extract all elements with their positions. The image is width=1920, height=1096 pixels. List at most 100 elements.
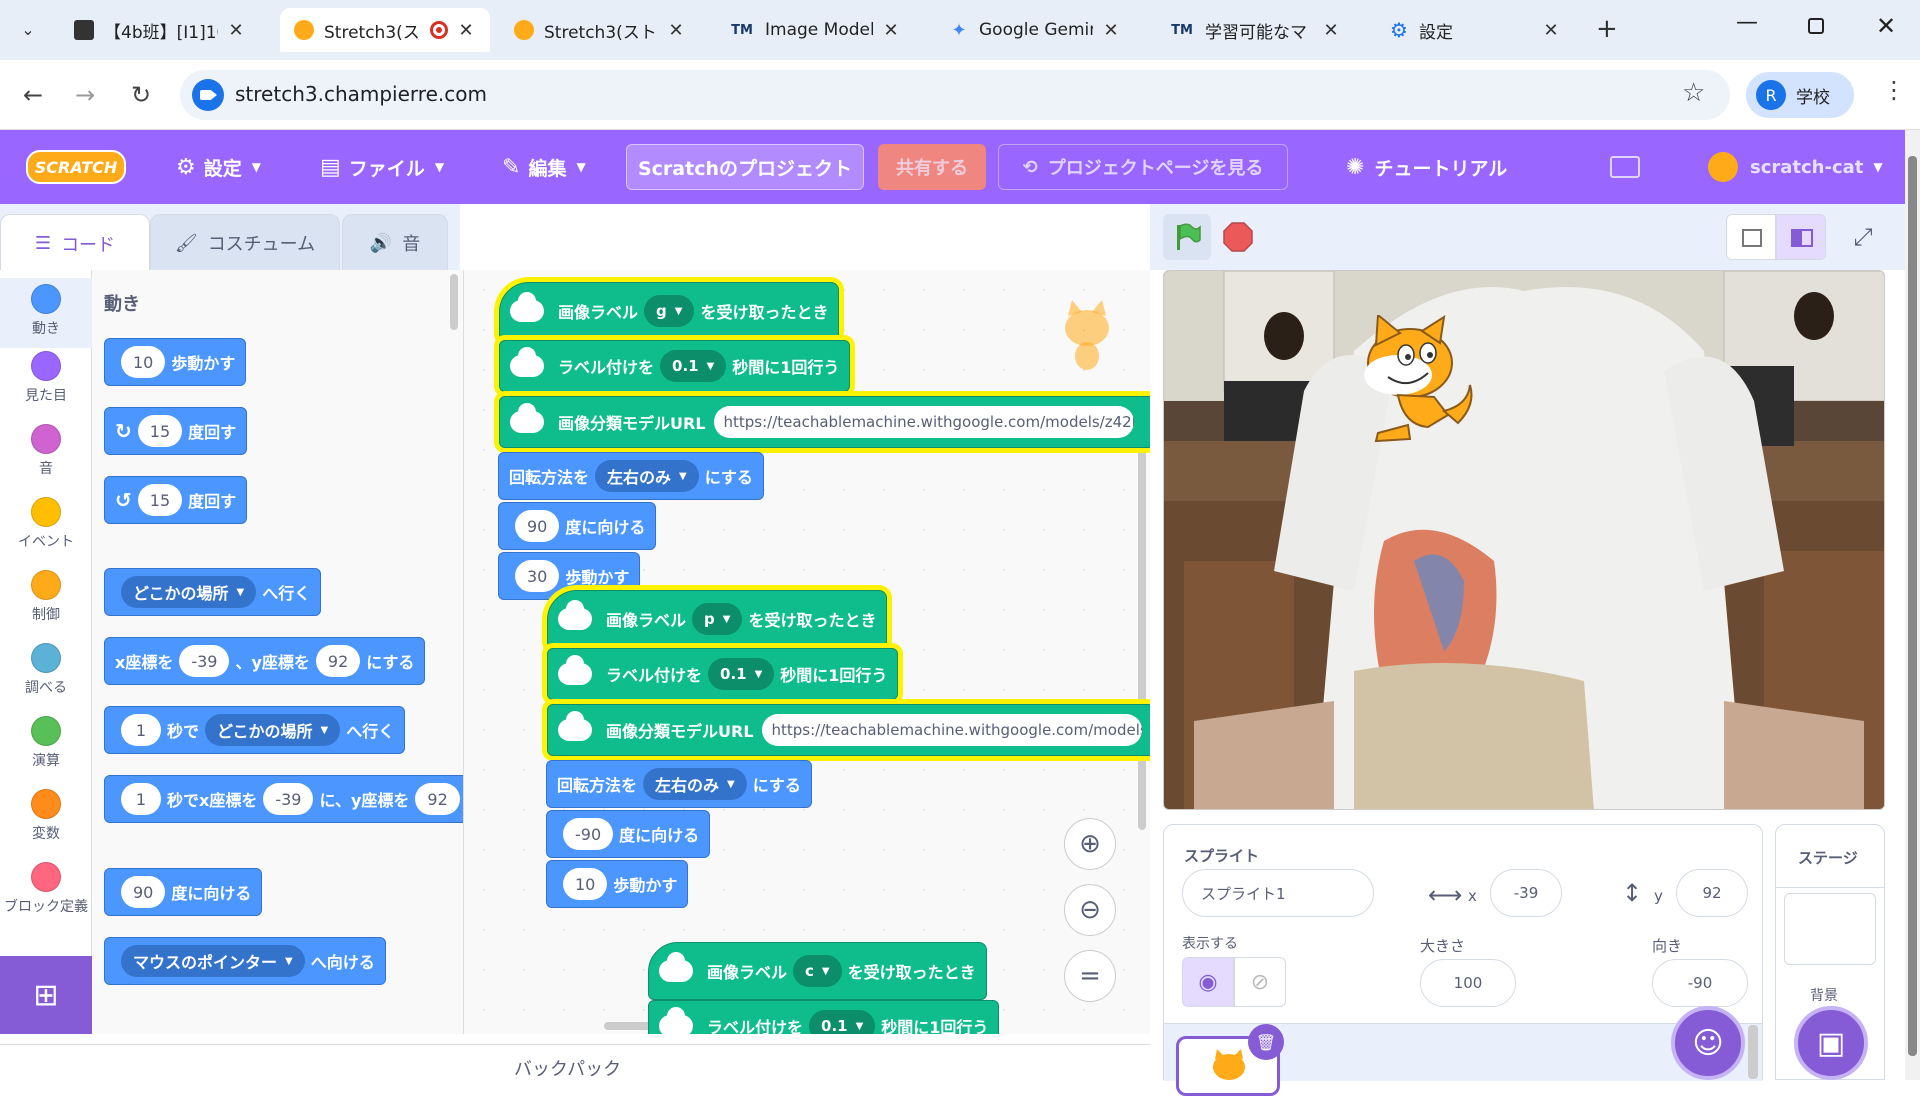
steps-value[interactable]: 10 xyxy=(121,346,166,378)
s2-rate-block[interactable]: ラベル付けを 0.1 ▼ 秒間に1回行う xyxy=(547,648,899,700)
browser-tab-7[interactable]: ⚙ 設定 ✕ xyxy=(1375,8,1575,52)
tab-costume[interactable]: 🖌 コスチューム xyxy=(150,214,340,272)
tab-sound[interactable]: 🔊 音 xyxy=(342,214,448,272)
stage-thumbnail[interactable] xyxy=(1784,893,1876,965)
glide-block[interactable]: 1 秒で どこかの場所 ▼ へ行く xyxy=(104,706,406,754)
turn-left-block[interactable]: ↺ 15 度回す xyxy=(104,476,248,524)
file-menu[interactable]: ▤ ファイル ▼ xyxy=(320,150,444,184)
script-workspace[interactable]: 画像ラベル g ▼ を受け取ったとき ラベル付けを 0.1 ▼ 秒間に1回行う 画像分類モデ… xyxy=(464,270,1150,1034)
y-value[interactable]: 92 xyxy=(415,783,460,815)
x-value[interactable]: -39 xyxy=(179,645,230,677)
restore-window-icon[interactable] xyxy=(1808,18,1824,34)
see-project-page-button[interactable]: ⟲ プロジェクトページを見る xyxy=(998,144,1288,190)
glide-xy-block[interactable]: 1 秒でx座標を -39 に、y座標を 92 xyxy=(104,775,463,823)
goto-xy-block[interactable]: x座標を -39 、y座標を 92 にする xyxy=(104,637,426,685)
close-tab-icon[interactable]: ✕ xyxy=(226,20,246,41)
s2-move-block[interactable]: 10 歩動かす xyxy=(546,860,689,908)
scratch-logo[interactable]: SCRATCH xyxy=(26,150,126,184)
scratch-cat-sprite[interactable] xyxy=(1348,315,1478,445)
s2-rotation-style-block[interactable]: 回転方法を 左右のみ ▼ にする xyxy=(546,760,812,808)
s2-model-url-block[interactable]: 画像分類モデルURL https://teachablemachine.withg… xyxy=(547,704,1150,756)
category-3[interactable]: 音 xyxy=(0,424,92,478)
direction-value[interactable]: -90 xyxy=(563,818,614,850)
point-direction-block[interactable]: 90 度に向ける xyxy=(104,868,263,916)
project-title-field[interactable]: Scratchのプロジェクト xyxy=(626,144,864,190)
omnibox[interactable]: stretch3.champierre.com ☆ xyxy=(180,70,1730,120)
direction-value[interactable]: 90 xyxy=(121,876,166,908)
camera-site-icon[interactable] xyxy=(192,79,224,111)
y-field[interactable]: 92 xyxy=(1676,869,1748,917)
add-sprite-button[interactable]: ☺ xyxy=(1671,1006,1745,1080)
back-arrow-icon[interactable]: ← xyxy=(16,78,50,112)
s1-rotation-style-block[interactable]: 回転方法を 左右のみ ▼ にする xyxy=(498,452,764,500)
goto-block[interactable]: どこかの場所 ▼ へ行く xyxy=(104,568,322,616)
point-towards-block[interactable]: マウスのポインター ▼ へ向ける xyxy=(104,937,386,985)
add-extension-button[interactable]: ⊞ xyxy=(0,956,92,1034)
close-tab-icon[interactable]: ✕ xyxy=(881,20,901,41)
size-field[interactable]: 100 xyxy=(1420,959,1516,1007)
url-text[interactable]: stretch3.champierre.com xyxy=(235,82,487,106)
forward-arrow-icon[interactable]: → xyxy=(68,78,102,112)
close-tab-icon[interactable]: ✕ xyxy=(1321,20,1341,41)
close-tab-icon[interactable]: ✕ xyxy=(1541,20,1561,41)
x-field[interactable]: -39 xyxy=(1490,869,1562,917)
workspace-vertical-scrollbar[interactable] xyxy=(1138,430,1146,830)
category-2[interactable]: 見た目 xyxy=(0,351,92,405)
label-dropdown[interactable]: c ▼ xyxy=(793,955,842,987)
category-9[interactable]: ブロック定義 xyxy=(0,862,92,916)
s2-point-direction-block[interactable]: -90 度に向ける xyxy=(546,810,711,858)
normal-stage-button[interactable] xyxy=(1776,214,1826,260)
folder-icon[interactable] xyxy=(1610,156,1640,178)
s1-hat-block[interactable]: 画像ラベル g ▼ を受け取ったとき xyxy=(499,282,840,340)
account-menu[interactable]: scratch-cat ▼ xyxy=(1708,150,1883,184)
steps-value[interactable]: 30 xyxy=(515,560,560,592)
new-tab-button[interactable]: + xyxy=(1596,14,1618,44)
browser-tab-4[interactable]: TM Image Model ✕ xyxy=(715,8,915,52)
category-5[interactable]: 制御 xyxy=(0,570,92,624)
sprite-list-scrollbar[interactable] xyxy=(1748,1025,1758,1079)
browser-tab-3[interactable]: Stretch3(ストレ ✕ xyxy=(500,8,700,52)
close-tab-icon[interactable]: ✕ xyxy=(456,20,476,41)
y-value[interactable]: 92 xyxy=(315,645,361,677)
browser-menu-icon[interactable]: ⋮ xyxy=(1882,76,1906,104)
sprite-name-field[interactable]: スプライト1 xyxy=(1182,869,1374,917)
palette-scrollbar[interactable] xyxy=(450,274,458,330)
stage-canvas[interactable] xyxy=(1163,270,1885,810)
label-dropdown[interactable]: g ▼ xyxy=(644,295,695,327)
close-tab-icon[interactable]: ✕ xyxy=(666,20,686,41)
small-stage-button[interactable] xyxy=(1726,214,1776,260)
zoom-out-button[interactable]: ⊖ xyxy=(1064,884,1116,936)
category-4[interactable]: イベント xyxy=(0,497,92,551)
s1-model-url-block[interactable]: 画像分類モデルURL https://teachablemachine.withg… xyxy=(499,396,1150,448)
minimize-window-icon[interactable]: — xyxy=(1736,10,1758,35)
settings-menu[interactable]: ⚙ 設定 ▼ xyxy=(176,150,261,184)
rate-dropdown[interactable]: 0.1 ▼ xyxy=(708,658,775,690)
s3-hat-block[interactable]: 画像ラベル c ▼ を受け取ったとき xyxy=(648,942,987,1000)
browser-tab-2-active[interactable]: Stretch3(ス ✕ xyxy=(280,8,490,52)
reload-icon[interactable]: ↻ xyxy=(124,78,158,112)
fullscreen-button[interactable]: ⤢ xyxy=(1840,214,1886,260)
seconds-value[interactable]: 1 xyxy=(121,783,161,815)
green-flag-button[interactable] xyxy=(1163,214,1211,260)
turn-right-block[interactable]: ↻ 15 度回す xyxy=(104,407,248,455)
rate-dropdown[interactable]: 0.1 ▼ xyxy=(809,1010,876,1034)
close-tab-icon[interactable]: ✕ xyxy=(1101,20,1121,41)
tutorial-button[interactable]: ✺ チュートリアル xyxy=(1346,150,1507,184)
add-backdrop-button[interactable]: ▣ xyxy=(1794,1006,1868,1080)
tab-code[interactable]: ☰ コード xyxy=(0,214,150,272)
browser-tab-6[interactable]: TM 学習可能なマ ✕ xyxy=(1155,8,1355,52)
move-steps-block[interactable]: 10 歩動かす xyxy=(104,338,247,386)
close-window-icon[interactable]: ✕ xyxy=(1876,12,1896,40)
category-7[interactable]: 演算 xyxy=(0,716,92,770)
s3-rate-block[interactable]: ラベル付けを 0.1 ▼ 秒間に1回行う xyxy=(648,1000,1000,1034)
rate-dropdown[interactable]: 0.1 ▼ xyxy=(660,350,727,382)
rotation-dropdown[interactable]: 左右のみ ▼ xyxy=(595,460,699,492)
profile-chip[interactable]: R 学校 xyxy=(1746,72,1854,118)
tab-list-button[interactable]: ⌄ xyxy=(10,12,46,48)
s1-rate-block[interactable]: ラベル付けを 0.1 ▼ 秒間に1回行う xyxy=(499,340,851,392)
browser-tab-1[interactable]: 【4b班】[I1]10/ ✕ xyxy=(60,8,260,52)
model-url-input[interactable]: https://teachablemachine.withgoogle.com/… xyxy=(761,714,1142,746)
delete-sprite-button[interactable]: 🗑 xyxy=(1248,1024,1284,1060)
category-1[interactable]: 動き xyxy=(0,278,92,348)
goto-dropdown[interactable]: どこかの場所 ▼ xyxy=(121,576,257,608)
